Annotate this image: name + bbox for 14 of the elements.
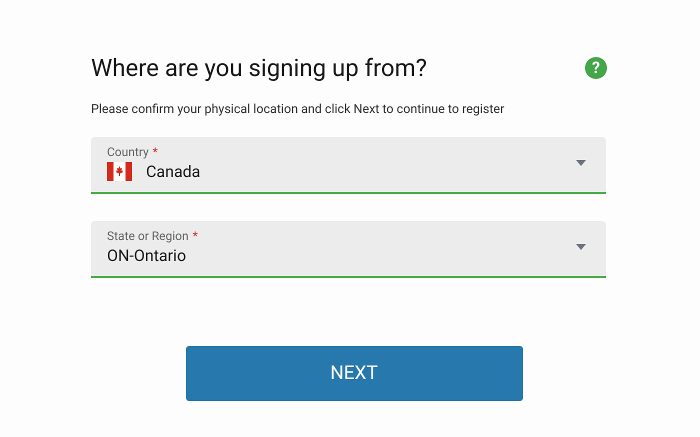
field-label: Country: [107, 144, 149, 158]
next-button[interactable]: NEXT: [186, 346, 522, 401]
dropdown-caret-icon: [576, 160, 586, 166]
field-value: Canada: [146, 160, 200, 182]
dropdown-field[interactable]: Country * Canada: [91, 137, 606, 194]
instruction-text: Please confirm your physical location and click Next to continue to register: [91, 102, 506, 118]
required-mark: *: [152, 144, 158, 158]
field-label: State or Region: [107, 228, 189, 242]
canada-flag-icon: [107, 162, 132, 181]
dropdown-caret-icon: [576, 244, 586, 250]
required-mark: *: [192, 228, 198, 242]
field-value: ON-Ontario: [107, 244, 186, 266]
page-title: Where are you signing up from?: [91, 53, 427, 84]
dropdown-field[interactable]: State or Region * ON-Ontario: [91, 221, 606, 278]
